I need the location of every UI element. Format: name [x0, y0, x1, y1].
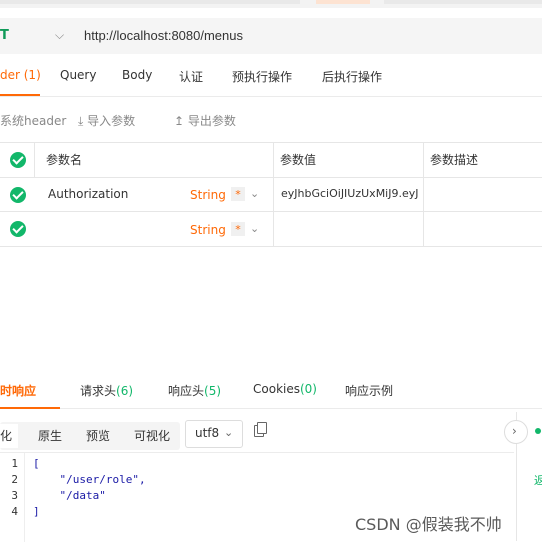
- request-tabs: der (1) Query Body 认证 预执行操作 后执行操作: [0, 60, 542, 97]
- table-border: [0, 177, 542, 178]
- line-number: 1: [11, 457, 18, 470]
- window-tab[interactable]: [0, 0, 300, 4]
- view-mode-preview[interactable]: 预览: [86, 424, 110, 448]
- select-all-checkbox[interactable]: [10, 152, 26, 168]
- export-icon: ↥: [174, 114, 185, 128]
- system-header-button[interactable]: 系统header: [0, 112, 66, 129]
- chevron-down-icon: ⌵: [55, 28, 65, 42]
- export-label: 导出参数: [187, 114, 236, 128]
- encoding-value: utf8: [195, 426, 220, 440]
- window-tab-active[interactable]: [316, 0, 370, 4]
- encoding-select[interactable]: utf8 ⌄: [185, 420, 243, 448]
- line-number-gutter: 1 2 3 4: [0, 456, 18, 520]
- line-number: 4: [11, 505, 18, 518]
- gutter-divider: [24, 453, 25, 542]
- required-toggle[interactable]: *: [231, 187, 245, 201]
- count-badge: (0): [299, 382, 317, 396]
- code-lines: [ "/user/role", "/data" ]: [33, 456, 146, 520]
- tab-label: Cookies: [253, 382, 300, 396]
- count-badge: (6): [116, 384, 134, 398]
- count-badge: (5): [204, 384, 222, 398]
- param-type-select[interactable]: String: [190, 188, 226, 202]
- tab-body[interactable]: Body: [122, 68, 152, 82]
- url-text: http://localhost:8080/menus: [84, 28, 243, 43]
- tab-response-example[interactable]: 响应示例: [345, 382, 393, 399]
- tab-cookies[interactable]: Cookies(0): [253, 382, 317, 396]
- param-value-field[interactable]: eyJhbGciOiJIUzUxMiJ9.eyJ: [281, 187, 421, 200]
- code-line: "/data": [33, 489, 106, 502]
- tab-pre-script[interactable]: 预执行操作: [232, 68, 292, 85]
- export-params-button[interactable]: ↥ 导出参数: [174, 112, 236, 129]
- table-divider: [34, 142, 35, 177]
- view-mode-pretty[interactable]: 化: [0, 424, 19, 448]
- header-param-name: 参数名: [46, 153, 83, 167]
- import-label: 导入参数: [87, 114, 136, 128]
- url-input[interactable]: http://localhost:8080/menus: [74, 18, 542, 54]
- chevron-down-icon: ⌄: [224, 426, 234, 439]
- required-toggle[interactable]: *: [231, 222, 245, 236]
- line-number: 3: [11, 489, 18, 502]
- method-select[interactable]: T ⌵: [0, 18, 75, 54]
- watermark: CSDN @假装我不帅: [355, 515, 502, 534]
- table-border: [0, 246, 542, 247]
- window-tab[interactable]: [384, 0, 542, 4]
- row-checkbox[interactable]: [10, 221, 26, 237]
- tab-realtime-response[interactable]: 时响应: [0, 382, 36, 399]
- table-border: [0, 142, 542, 143]
- tab-request-headers[interactable]: 请求头(6): [80, 382, 133, 399]
- table-divider: [273, 142, 274, 247]
- code-line: "/user/role",: [33, 473, 146, 486]
- collapse-panel-button[interactable]: ›: [504, 420, 528, 444]
- chevron-right-icon: ›: [512, 424, 517, 438]
- header-param-desc: 参数描述: [430, 153, 479, 167]
- code-line: [: [33, 457, 40, 470]
- param-type-select[interactable]: String: [190, 223, 226, 237]
- params-table: 参数名 参数值 参数描述 Authorization String * ⌄ ey…: [0, 142, 542, 247]
- method-label: T: [0, 28, 9, 43]
- response-tabs: 时响应 请求头(6) 响应头(5) Cookies(0) 响应示例: [0, 372, 542, 409]
- tab-label: 响应头: [168, 384, 205, 398]
- tab-header[interactable]: der (1): [0, 68, 41, 82]
- window-tab-strip: [0, 0, 542, 8]
- param-name-field[interactable]: Authorization: [48, 187, 128, 201]
- chevron-down-icon[interactable]: ⌄: [250, 222, 259, 235]
- copy-icon[interactable]: [254, 422, 267, 437]
- code-line: ]: [33, 505, 40, 518]
- view-mode-raw[interactable]: 原生: [38, 424, 62, 448]
- tab-query[interactable]: Query: [60, 68, 96, 82]
- import-params-button[interactable]: ⤓ 导入参数: [78, 112, 135, 129]
- chevron-down-icon[interactable]: ⌄: [250, 187, 259, 200]
- view-mode-visualize[interactable]: 可视化: [134, 424, 170, 448]
- tab-post-script[interactable]: 后执行操作: [322, 68, 382, 85]
- side-panel-label: 返: [534, 474, 542, 487]
- table-divider: [423, 142, 424, 247]
- table-border: [0, 211, 542, 212]
- status-dot: [535, 428, 541, 434]
- import-icon: ⤓: [78, 114, 84, 128]
- active-tab-underline: [0, 407, 60, 409]
- active-tab-underline: [0, 94, 40, 96]
- header-param-value: 参数值: [280, 153, 317, 167]
- line-number: 2: [11, 473, 18, 486]
- row-checkbox[interactable]: [10, 187, 26, 203]
- tab-label: 请求头: [80, 384, 117, 398]
- tab-response-headers[interactable]: 响应头(5): [168, 382, 221, 399]
- tab-auth[interactable]: 认证: [179, 68, 203, 85]
